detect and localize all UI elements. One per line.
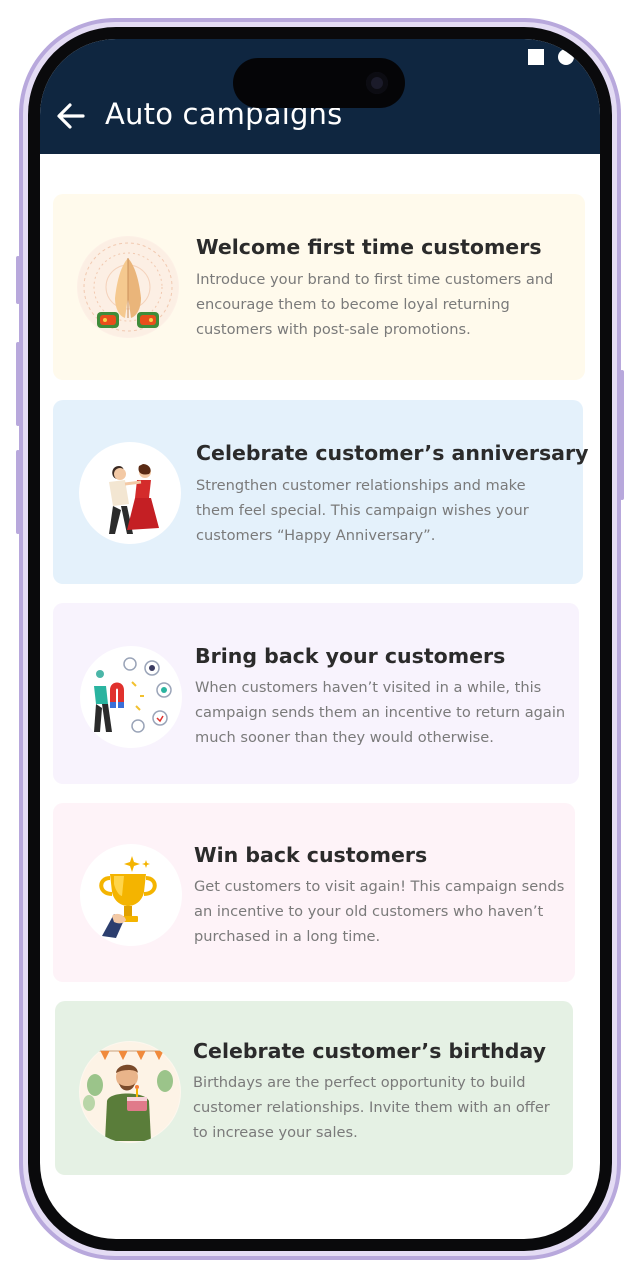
campaign-card-welcome[interactable]: Welcome first time customers Introduce y… [53,194,585,380]
campaign-card-birthday[interactable]: Celebrate customer’s birthday Birthdays … [55,1001,573,1175]
campaign-image-birthday [79,1041,181,1143]
circle-icon [558,49,574,65]
campaign-title: Win back customers [194,843,428,867]
side-button-action [16,256,20,304]
screen: Auto campaigns Welcome first time custom… [40,39,600,1239]
campaign-image-welcome [77,236,179,338]
campaign-card-anniversary[interactable]: Celebrate customer’s anniversary Strengt… [53,400,588,584]
square-icon [528,49,544,65]
birthday-cake-icon [80,1042,180,1142]
campaign-description: When customers haven’t visited in a whil… [195,679,566,746]
campaign-card-bring-back[interactable]: Bring back your customers When customers… [53,603,579,784]
campaign-card-win-back[interactable]: Win back customers Get customers to visi… [53,803,575,982]
magnet-customers-icon [81,647,181,747]
campaign-description: Birthdays are the perfect opportunity to… [193,1074,550,1141]
arrow-left-icon [57,103,85,129]
campaign-title: Celebrate customer’s anniversary [196,441,589,465]
namaste-hands-icon [78,237,178,337]
campaign-title: Welcome first time customers [196,235,542,259]
dancing-couple-icon [80,443,180,543]
campaign-title: Celebrate customer’s birthday [193,1039,546,1063]
campaign-image-anniversary [79,442,181,544]
campaign-title: Bring back your customers [195,644,506,668]
side-button-volume-down [16,450,20,534]
campaign-description: Introduce your brand to first time custo… [196,271,554,338]
side-button-volume-up [16,342,20,426]
campaign-image-win-back [80,844,182,946]
back-button[interactable] [54,99,88,133]
campaign-image-bring-back [80,646,182,748]
side-button-power [620,370,624,500]
camera-lens [366,72,388,94]
campaign-description: Strengthen customer relationships and ma… [196,477,529,544]
campaign-description: Get customers to visit again! This campa… [194,878,565,945]
trophy-icon [81,845,181,945]
